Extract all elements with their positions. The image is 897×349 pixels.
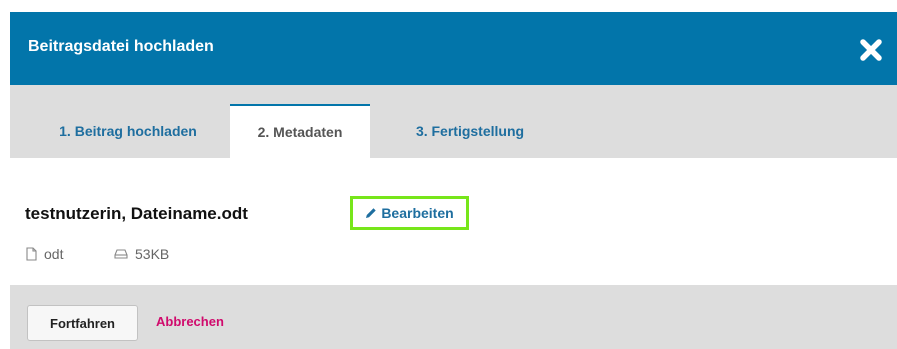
close-button[interactable] [859,38,883,62]
modal-footer: Fortfahren Abbrechen [10,285,897,349]
cancel-link[interactable]: Abbrechen [156,314,224,329]
edit-button[interactable]: Bearbeiten [350,196,469,230]
drive-icon [114,249,128,259]
tab-upload[interactable]: 1. Beitrag hochladen [28,104,228,158]
modal-title: Beitragsdatei hochladen [28,38,214,55]
upload-modal: Beitragsdatei hochladen 1. Beitrag hochl… [10,12,897,349]
edit-label: Bearbeiten [381,205,454,221]
tab-metadata[interactable]: 2. Metadaten [230,104,370,158]
tab-bar: 1. Beitrag hochladen 2. Metadaten 3. Fer… [10,85,897,158]
file-size-label: 53KB [135,246,170,262]
file-size: 53KB [114,246,169,262]
file-name: testnutzerin, Dateiname.odt [25,204,248,223]
file-panel: testnutzerin, Dateiname.odt Bearbeiten o… [10,158,897,285]
continue-button[interactable]: Fortfahren [27,305,138,341]
file-type-label: odt [44,246,64,262]
pencil-icon [366,208,377,218]
file-type: odt [26,246,63,262]
file-icon [26,247,37,261]
modal-header: Beitragsdatei hochladen [10,12,897,85]
tab-finish[interactable]: 3. Fertigstellung [380,104,560,158]
close-icon [860,39,882,61]
